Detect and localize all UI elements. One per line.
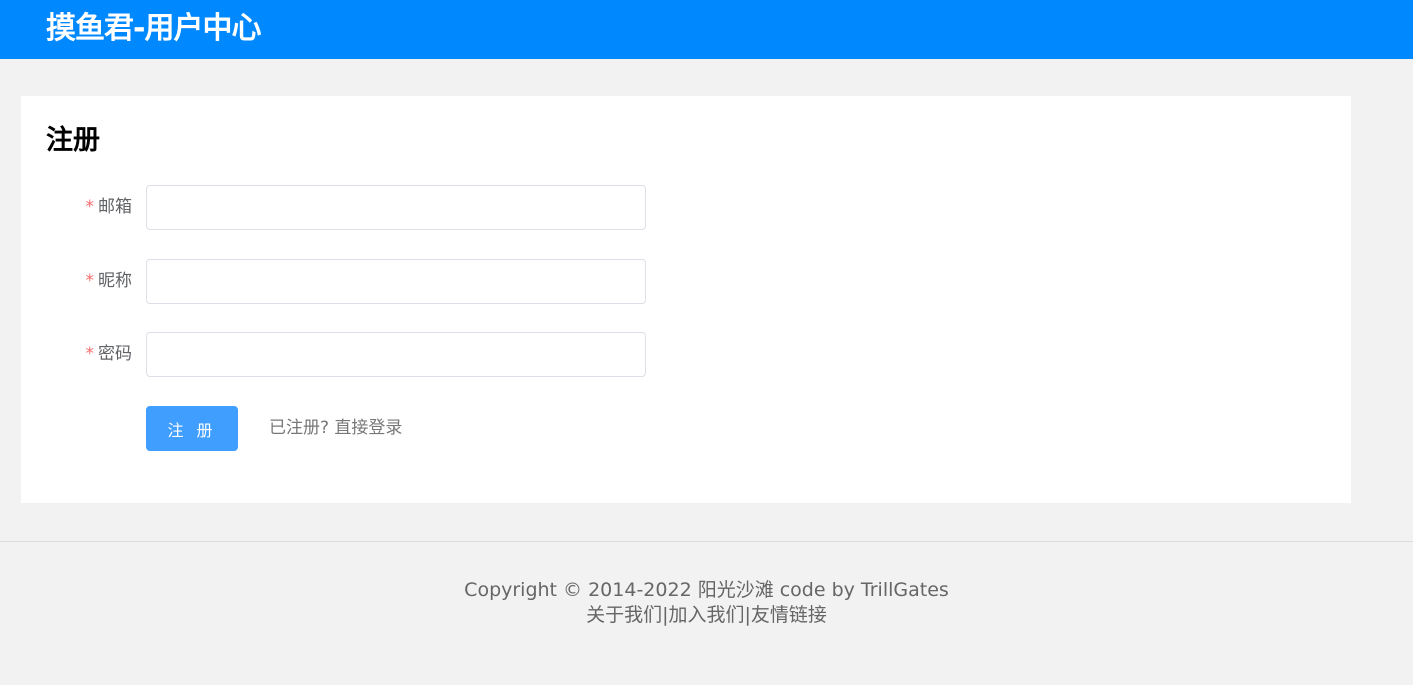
password-label: * 密码 xyxy=(86,332,133,377)
email-form-row: * 邮箱 xyxy=(21,185,721,230)
register-button[interactable]: 注 册 xyxy=(146,406,238,451)
footer-divider xyxy=(0,541,1413,542)
footer-link-friends[interactable]: 友情链接 xyxy=(751,604,827,626)
register-card: 注册 * 邮箱 * 昵称 * 密码 注 册 已注册? 直接登录 xyxy=(21,96,1351,503)
nickname-label: * 昵称 xyxy=(86,259,133,304)
email-input[interactable] xyxy=(146,185,646,230)
required-asterisk: * xyxy=(85,344,95,364)
nickname-form-row: * 昵称 xyxy=(21,259,721,304)
required-asterisk: * xyxy=(85,197,95,217)
footer-link-about[interactable]: 关于我们 xyxy=(586,604,662,626)
footer: Copyright © 2014-2022 阳光沙滩 code by Trill… xyxy=(0,578,1413,628)
nickname-input[interactable] xyxy=(146,259,646,304)
site-title[interactable]: 摸鱼君-用户中心 xyxy=(46,9,261,49)
top-header-bar: 摸鱼君-用户中心 xyxy=(0,0,1413,59)
email-label-text: 邮箱 xyxy=(98,197,132,217)
email-label: * 邮箱 xyxy=(86,185,133,230)
nickname-label-text: 昵称 xyxy=(98,271,132,291)
password-input[interactable] xyxy=(146,332,646,377)
page-title: 注册 xyxy=(46,125,100,156)
footer-link-join[interactable]: 加入我们 xyxy=(668,604,744,626)
password-label-text: 密码 xyxy=(98,344,132,364)
footer-links: 关于我们|加入我们|友情链接 xyxy=(0,603,1413,628)
required-asterisk: * xyxy=(85,271,95,291)
password-form-row: * 密码 xyxy=(21,332,721,377)
login-link[interactable]: 已注册? 直接登录 xyxy=(269,406,402,451)
copyright-text: Copyright © 2014-2022 阳光沙滩 code by Trill… xyxy=(464,579,949,601)
